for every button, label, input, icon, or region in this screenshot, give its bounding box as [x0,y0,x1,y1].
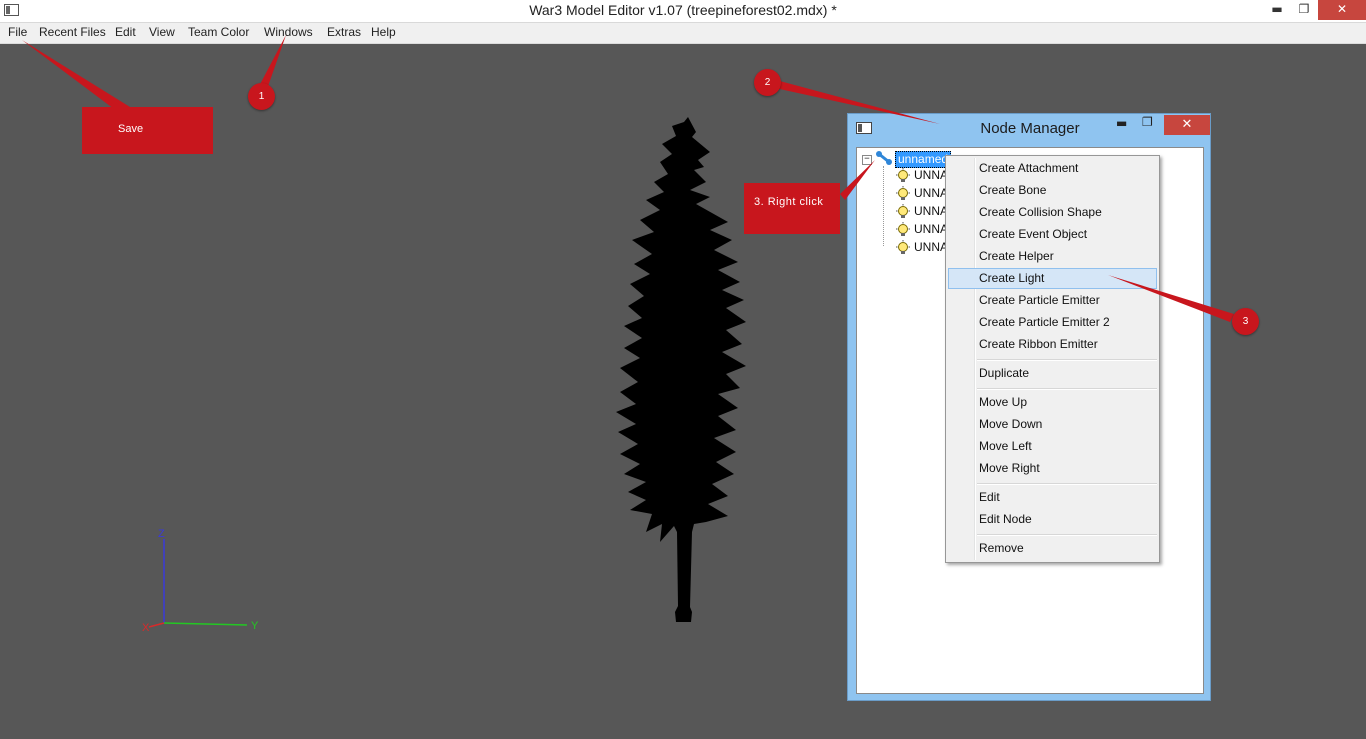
menu-item-label: Edit [979,490,1000,504]
tree-root-node[interactable]: unnamed [895,151,952,168]
axis-y-label: Y [251,620,259,632]
menu-item-move-right[interactable]: Move Right [948,458,1157,479]
tree-child-label: UNNA [914,240,949,254]
menu-separator [977,483,1157,485]
context-menu: Create Attachment Create Bone Create Col… [945,155,1160,563]
light-bulb-icon [896,186,910,200]
annotation-badge-2: 2 [754,69,781,96]
bone-icon [876,151,892,165]
annotation-save-label: Save [118,123,144,135]
menu-item-create-light[interactable]: Create Light [948,268,1157,289]
menu-item-label: Create Helper [979,249,1054,263]
tree-child-label: UNNA [914,168,949,182]
menu-item-label: Move Right [979,461,1040,475]
annotation-save-callout: Save [82,107,213,154]
window-title: War3 Model Editor v1.07 (treepineforest0… [529,2,837,18]
tree-model-silhouette [616,117,746,622]
menu-item-edit[interactable]: Edit [948,487,1157,508]
menu-windows[interactable]: Windows [264,25,313,39]
menu-separator [977,388,1157,390]
menu-item-move-up[interactable]: Move Up [948,392,1157,413]
tree-guide-line [883,166,884,246]
title-bar: War3 Model Editor v1.07 (treepineforest0… [0,0,1366,23]
menu-item-label: Create Collision Shape [979,205,1102,219]
light-bulb-icon [896,222,910,236]
node-manager-title: Node Manager [980,120,1080,137]
menu-separator [977,534,1157,536]
annotation-badge-3: 3 [1232,308,1259,335]
menu-item-create-particle-emitter[interactable]: Create Particle Emitter [948,290,1157,311]
menu-file[interactable]: File [8,25,27,39]
menu-item-create-attachment[interactable]: Create Attachment [948,158,1157,179]
menu-bar: File Recent Files Edit View Team Color W… [0,23,1366,44]
menu-item-label: Create Attachment [979,161,1079,175]
node-manager-maximize-button[interactable]: ❐ [1142,115,1153,129]
menu-item-create-collision-shape[interactable]: Create Collision Shape [948,202,1157,223]
menu-item-duplicate[interactable]: Duplicate [948,363,1157,384]
tree-child-label: UNNA [914,204,949,218]
menu-item-label: Remove [979,541,1024,555]
menu-item-label: Move Left [979,439,1032,453]
menu-item-label: Create Light [979,271,1045,285]
menu-item-label: Duplicate [979,366,1030,380]
tree-collapse-toggle[interactable]: − [862,155,872,165]
menu-item-create-particle-emitter-2[interactable]: Create Particle Emitter 2 [948,312,1157,333]
menu-view[interactable]: View [149,25,175,39]
annotation-badge-1: 1 [248,83,275,110]
menu-item-remove[interactable]: Remove [948,538,1157,559]
menu-edit[interactable]: Edit [115,25,136,39]
tree-child-label: UNNA [914,222,949,236]
light-bulb-icon [896,204,910,218]
menu-item-label: Create Bone [979,183,1047,197]
menu-item-label: Edit Node [979,512,1032,526]
light-bulb-icon [896,168,910,182]
menu-recent-files[interactable]: Recent Files [39,25,106,39]
annotation-right-click-label: 3. Right click [754,196,824,208]
menu-item-label: Create Particle Emitter 2 [979,315,1110,329]
menu-item-create-ribbon-emitter[interactable]: Create Ribbon Emitter [948,334,1157,355]
tree-child-label: UNNA [914,186,949,200]
menu-help[interactable]: Help [371,25,396,39]
axis-z-label: Z [158,528,165,540]
menu-item-create-bone[interactable]: Create Bone [948,180,1157,201]
menu-separator [977,359,1157,361]
menu-item-label: Move Down [979,417,1043,431]
minimize-button[interactable]: ▬ [1270,0,1284,20]
menu-item-create-event-object[interactable]: Create Event Object [948,224,1157,245]
node-manager-close-button[interactable]: ✕ [1164,115,1210,135]
light-bulb-icon [896,240,910,254]
menu-item-move-left[interactable]: Move Left [948,436,1157,457]
menu-item-label: Create Ribbon Emitter [979,337,1098,351]
axis-x-label: X [142,622,150,634]
annotation-right-click-callout: 3. Right click [744,183,840,234]
menu-item-label: Create Event Object [979,227,1088,241]
menu-item-create-helper[interactable]: Create Helper [948,246,1157,267]
node-manager-minimize-button[interactable]: ▬ [1116,116,1127,130]
menu-item-label: Move Up [979,395,1028,409]
maximize-button[interactable]: ❐ [1297,0,1311,20]
axis-gizmo: Z X Y [142,528,259,634]
menu-extras[interactable]: Extras [327,25,361,39]
menu-item-edit-node[interactable]: Edit Node [948,509,1157,530]
close-button[interactable]: ✕ [1318,0,1366,20]
menu-item-move-down[interactable]: Move Down [948,414,1157,435]
menu-item-label: Create Particle Emitter [979,293,1100,307]
menu-team-color[interactable]: Team Color [188,25,249,39]
